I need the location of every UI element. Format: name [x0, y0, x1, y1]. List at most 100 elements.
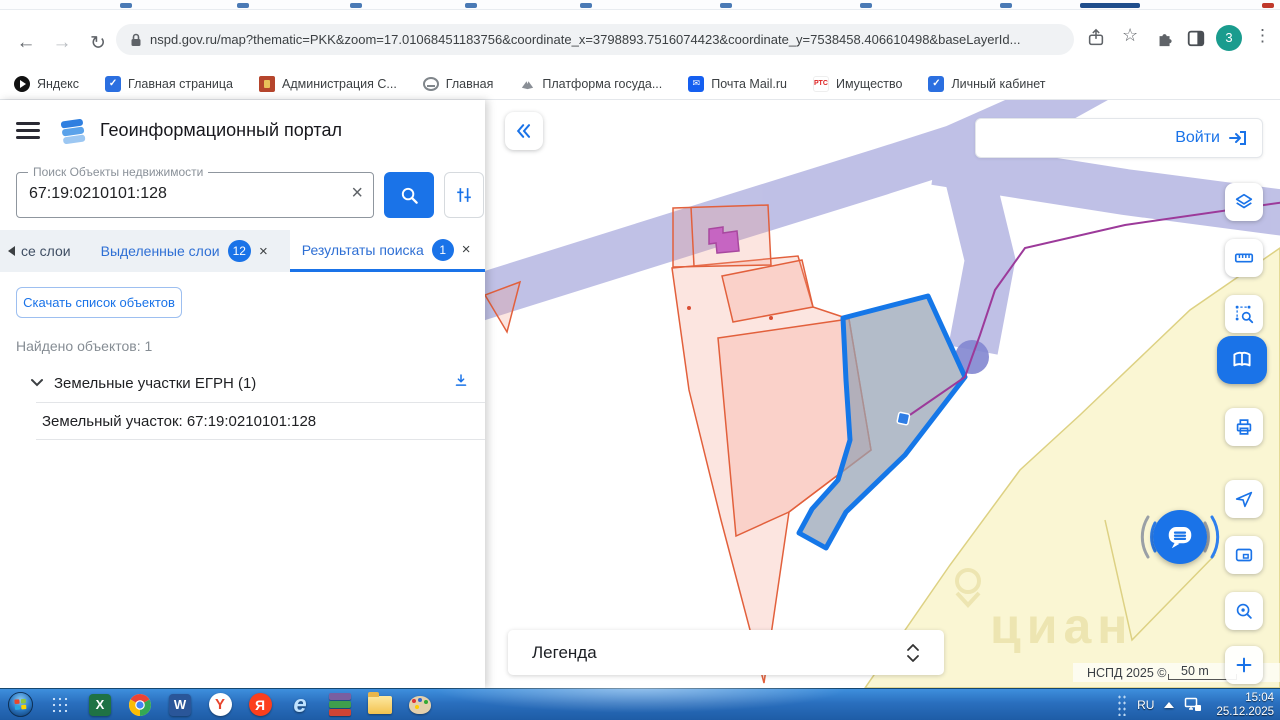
taskbar-app-list[interactable]: [40, 690, 80, 720]
map-book-active-button[interactable]: [1217, 336, 1267, 384]
legend-bar[interactable]: Легенда: [508, 630, 944, 675]
yandex-icon: Я: [248, 693, 272, 716]
layers-button[interactable]: [1225, 183, 1263, 221]
tab-favicon-sliver[interactable]: [1262, 3, 1274, 8]
close-tab-icon[interactable]: ×: [259, 243, 268, 260]
address-bar[interactable]: nspd.gov.ru/map?thematic=PKK&zoom=17.010…: [116, 24, 1074, 55]
clear-search-icon[interactable]: ×: [351, 182, 363, 205]
menu-hamburger-icon[interactable]: [16, 122, 40, 139]
overview-map-button[interactable]: [1225, 536, 1263, 574]
tab-favicon-sliver[interactable]: [465, 3, 477, 8]
tab-favicon-sliver[interactable]: [1000, 3, 1012, 8]
word-icon: W: [169, 693, 191, 716]
login-button[interactable]: Войти: [975, 118, 1263, 158]
login-arrow-icon: [1229, 131, 1246, 145]
print-button[interactable]: [1225, 408, 1263, 446]
taskbar-app-explorer[interactable]: [360, 690, 400, 720]
hidden-icons-chevron[interactable]: [1164, 702, 1175, 708]
reload-icon[interactable]: ↻: [84, 32, 112, 55]
extensions-puzzle-icon[interactable]: [1155, 28, 1175, 48]
result-group-title: Земельные участки ЕГРН (1): [54, 374, 257, 392]
close-tab-icon[interactable]: ×: [462, 241, 471, 258]
taskbar-app-ie[interactable]: e: [280, 690, 320, 720]
bookmark-rts-property[interactable]: РТС Имущество: [812, 75, 902, 92]
tab-selected-layers[interactable]: Выделенные слои 12 ×: [89, 230, 280, 272]
task-list-icon: [51, 695, 69, 714]
download-icon[interactable]: [452, 372, 470, 390]
cabinet-shield-icon: ✓: [928, 75, 945, 92]
side-panel-icon[interactable]: [1186, 28, 1206, 48]
bookmark-personal-cabinet[interactable]: ✓ Личный кабинет: [928, 75, 1046, 92]
language-indicator[interactable]: RU: [1137, 698, 1154, 712]
tab-favicon-sliver[interactable]: [237, 3, 249, 8]
utility-node-marker: [896, 411, 911, 426]
search-input[interactable]: Поиск Объекты недвижимости 67:19:0210101…: [16, 165, 374, 218]
sidebar-collapse-button[interactable]: [505, 112, 543, 150]
system-tray: RU 15:04 25.12.2025: [1117, 689, 1274, 720]
ruler-button[interactable]: [1225, 239, 1263, 277]
chat-bubble-icon: [1168, 527, 1192, 549]
globe-icon: [422, 76, 439, 91]
active-tab-sliver[interactable]: [1080, 3, 1140, 8]
bookmark-administration[interactable]: Администрация С...: [258, 75, 397, 92]
forward-icon[interactable]: →: [48, 32, 76, 54]
locate-button[interactable]: [1225, 480, 1263, 518]
search-area-button[interactable]: [1225, 295, 1263, 333]
expand-collapse-icon: [907, 643, 919, 662]
taskbar-app-yandex[interactable]: Я: [240, 690, 280, 720]
taskbar-app-word[interactable]: W: [160, 690, 200, 720]
result-group-header[interactable]: Земельные участки ЕГРН (1): [30, 370, 470, 396]
map-canvas[interactable]: циан Войти НСПД 2025 © 50 m Легенда: [485, 100, 1280, 688]
paint-icon: [409, 695, 431, 714]
bookmark-gov-platform[interactable]: Платформа госуда...: [519, 76, 662, 92]
taskbar-app-excel[interactable]: X: [80, 690, 120, 720]
excel-icon: X: [89, 693, 111, 716]
printer-icon: [1236, 419, 1252, 435]
chrome-menu-icon[interactable]: ⋮: [1254, 26, 1271, 46]
download-object-list-button[interactable]: Скачать список объектов: [16, 287, 182, 318]
bookmark-home-page[interactable]: ✓ Главная страница: [105, 75, 233, 92]
found-objects-text: Найдено объектов: 1: [16, 338, 153, 354]
search-filters-button[interactable]: [444, 172, 484, 218]
share-icon[interactable]: [1086, 28, 1106, 48]
tab-favicon-sliver[interactable]: [860, 3, 872, 8]
bookmark-star-icon[interactable]: ☆: [1122, 25, 1138, 46]
search-input-value: 67:19:0210101:128: [29, 185, 167, 202]
search-location-button[interactable]: [1225, 592, 1263, 630]
tab-search-results[interactable]: Результаты поиска 1 ×: [289, 230, 485, 272]
search-button[interactable]: [384, 172, 434, 218]
clock-date: 25.12.2025: [1216, 706, 1274, 718]
network-tray-icon[interactable]: [1184, 697, 1202, 713]
search-icon: [401, 187, 418, 204]
taskbar-app-chrome[interactable]: [120, 690, 160, 720]
legend-label: Легенда: [532, 642, 597, 662]
tab-all-layers[interactable]: се слои: [19, 230, 83, 272]
taskbar-clock[interactable]: 15:04 25.12.2025: [1216, 691, 1274, 720]
search-area-icon: [1235, 305, 1254, 324]
winrar-icon: [328, 693, 352, 717]
bookmark-mailru[interactable]: ✉ Почта Mail.ru: [688, 75, 787, 92]
tab-favicon-sliver[interactable]: [720, 3, 732, 8]
url-text: nspd.gov.ru/map?thematic=PKK&zoom=17.010…: [150, 32, 1021, 47]
bookmark-yandex[interactable]: Яндекс: [14, 75, 79, 92]
tab-favicon-sliver[interactable]: [580, 3, 592, 8]
browser-tab-strip[interactable]: [0, 0, 1280, 10]
taskbar-app-paint[interactable]: [400, 690, 440, 720]
taskbar-app-yandex-browser[interactable]: Y: [200, 690, 240, 720]
screen: ← → ↻ nspd.gov.ru/map?thematic=PKK&zoom=…: [0, 0, 1280, 720]
login-label: Войти: [1175, 129, 1220, 146]
start-button[interactable]: [0, 690, 40, 720]
tab-favicon-sliver[interactable]: [120, 3, 132, 8]
search-location-icon: [1236, 603, 1252, 619]
back-icon[interactable]: ←: [12, 32, 40, 54]
clock-time: 15:04: [1245, 691, 1274, 704]
result-list-item[interactable]: Земельный участок: 67:19:0210101:128: [36, 402, 485, 440]
taskbar-app-winrar[interactable]: [320, 690, 360, 720]
tab-favicon-sliver[interactable]: [350, 3, 362, 8]
bookmark-main[interactable]: Главная: [422, 76, 493, 91]
navigation-arrow-icon: [1235, 491, 1253, 508]
chat-fab-button[interactable]: [1153, 510, 1207, 564]
tabs-scroll-left-icon[interactable]: [8, 246, 15, 256]
profile-avatar[interactable]: 3: [1216, 25, 1242, 51]
zoom-in-button[interactable]: [1225, 646, 1263, 684]
